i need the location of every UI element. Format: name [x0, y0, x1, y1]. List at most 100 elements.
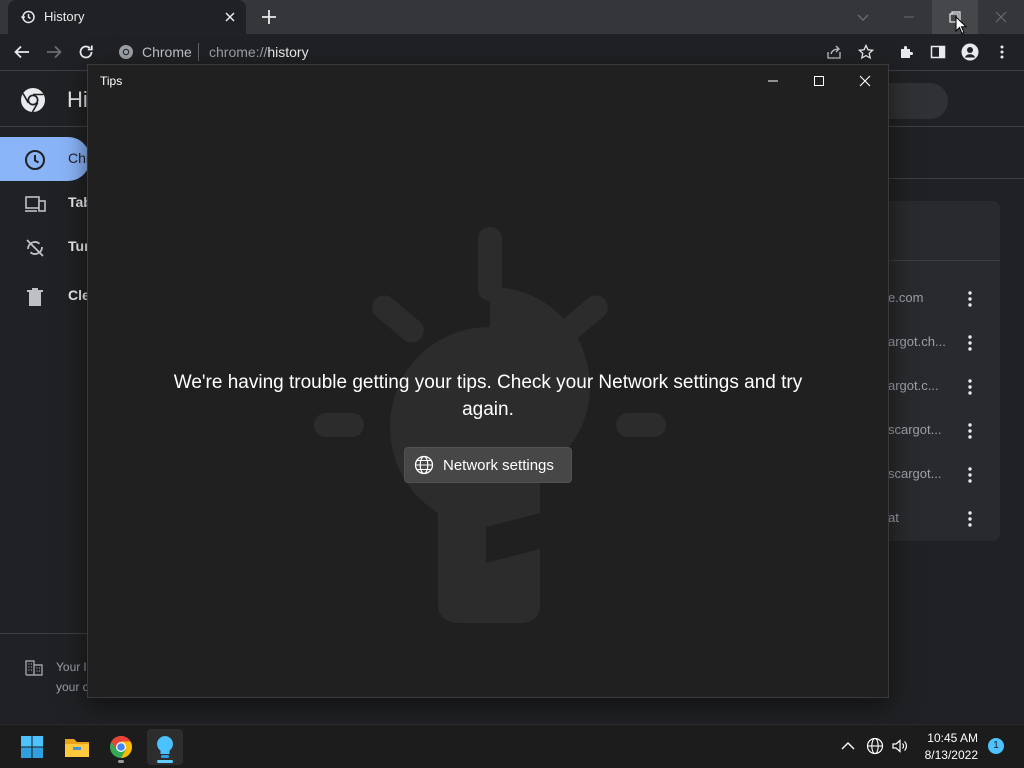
sidebar-item-tabs[interactable]: Tab: [0, 181, 92, 225]
sidebar-item-chrome-history[interactable]: Chr: [0, 137, 91, 181]
history-row-title: argot.c...: [888, 378, 939, 393]
tab-history[interactable]: History: [8, 0, 246, 34]
system-clock[interactable]: 10:45 AM 8/13/2022: [906, 730, 978, 764]
more-vert-icon[interactable]: [960, 509, 980, 529]
url-host: history: [267, 44, 309, 60]
reload-icon: [79, 45, 93, 59]
tab-strip: History: [0, 0, 1024, 35]
tab-search-button[interactable]: [840, 0, 886, 34]
reload-button[interactable]: [74, 40, 98, 64]
minimize-icon: [768, 80, 778, 82]
omnibox-chip: Chrome: [142, 44, 192, 60]
history-row-title: scargot...: [888, 422, 942, 437]
new-tab-icon[interactable]: [260, 8, 278, 26]
network-settings-label: Network settings: [443, 457, 554, 474]
more-vert-icon[interactable]: [960, 465, 980, 485]
close-window-button[interactable]: [978, 0, 1024, 34]
more-vert-icon: [1000, 45, 1004, 59]
taskbar-file-explorer[interactable]: [59, 729, 95, 765]
forward-button[interactable]: [42, 40, 66, 64]
history-card-header: [870, 201, 1000, 261]
tips-window: Tips We're having trouble getting your t…: [87, 64, 889, 698]
history-row-title: argot.ch...: [888, 334, 946, 349]
start-button[interactable]: [14, 729, 50, 765]
omnibox-separator: [198, 43, 199, 61]
bookmark-button[interactable]: [854, 40, 878, 64]
managed-notice-line-2: your c: [56, 680, 89, 694]
minimize-icon: [904, 16, 914, 18]
history-row[interactable]: argot.ch...: [870, 321, 1000, 365]
history-list-toolbar: [888, 127, 1024, 179]
devices-icon: [25, 196, 46, 212]
avatar-icon: [961, 43, 979, 61]
history-row-title: e.com: [888, 290, 924, 305]
more-vert-icon[interactable]: [960, 421, 980, 441]
managed-by-notice: Your l your c: [56, 657, 89, 697]
tab-title: History: [44, 9, 85, 24]
more-vert-icon[interactable]: [960, 333, 980, 353]
windows-logo-icon: [21, 736, 43, 758]
sidebar-item-turn-off-sync[interactable]: Tur: [0, 225, 90, 269]
lightbulb-illustration-icon: [314, 227, 666, 623]
maximize-icon: [814, 76, 824, 86]
chrome-menu-button[interactable]: [990, 40, 1014, 64]
network-globe-icon[interactable]: [866, 737, 884, 755]
sidebar-item-clear-browsing-data[interactable]: Cle: [0, 274, 90, 318]
history-row[interactable]: argot.c...: [870, 365, 1000, 409]
minimize-button[interactable]: [886, 0, 932, 34]
tips-error-message: We're having trouble getting your tips. …: [173, 372, 803, 420]
more-vert-icon[interactable]: [960, 377, 980, 397]
chrome-logo-icon: [110, 736, 132, 758]
lightbulb-icon: [157, 736, 173, 758]
url-text[interactable]: chrome://history: [209, 44, 309, 60]
managed-notice-line-1: Your l: [56, 660, 87, 674]
tips-window-title: Tips: [100, 74, 123, 88]
arrow-left-icon: [14, 45, 29, 59]
clock-time: 10:45 AM: [927, 731, 978, 745]
history-row[interactable]: scargot...: [870, 453, 1000, 497]
share-button[interactable]: [822, 40, 846, 64]
history-row[interactable]: scargot...: [870, 409, 1000, 453]
star-icon: [858, 44, 874, 60]
side-panel-button[interactable]: [926, 40, 950, 64]
taskbar-tips[interactable]: [147, 729, 183, 765]
chrome-logo-icon: [119, 45, 133, 59]
close-tab-icon[interactable]: [222, 9, 238, 25]
building-icon: [25, 660, 43, 676]
history-row[interactable]: e.com: [870, 277, 1000, 321]
running-indicator: [118, 760, 124, 763]
address-bar[interactable]: Chrome chrome://history: [108, 37, 882, 67]
history-row-title: scargot...: [888, 466, 942, 481]
extensions-button[interactable]: [894, 40, 918, 64]
folder-icon: [65, 739, 89, 757]
notification-badge[interactable]: 1: [988, 738, 1004, 754]
taskbar-chrome[interactable]: [103, 729, 139, 765]
chevron-up-icon[interactable]: [839, 737, 857, 755]
tips-close-button[interactable]: [842, 65, 888, 97]
sync-off-icon: [26, 239, 44, 257]
page-title: Hi: [67, 87, 88, 112]
history-row[interactable]: at: [870, 497, 1000, 541]
arrow-right-icon: [47, 45, 62, 59]
sidebar-divider: [0, 633, 90, 634]
history-card: e.com argot.ch... argot.c... scargot... …: [870, 201, 1000, 541]
more-vert-icon[interactable]: [960, 289, 980, 309]
back-button[interactable]: [10, 40, 34, 64]
side-panel-icon: [930, 45, 946, 59]
share-icon: [827, 45, 841, 59]
history-icon: [20, 10, 35, 24]
tips-maximize-button[interactable]: [796, 65, 842, 97]
profile-button[interactable]: [958, 40, 982, 64]
chrome-logo-icon: [21, 88, 45, 113]
close-icon: [859, 75, 871, 87]
network-settings-button[interactable]: Network settings: [404, 447, 572, 483]
clock-date: 8/13/2022: [924, 748, 978, 762]
close-icon: [995, 11, 1007, 23]
url-scheme: chrome://: [209, 44, 268, 60]
taskbar: 10:45 AM 8/13/2022 1: [0, 724, 1024, 768]
active-indicator: [157, 760, 173, 763]
mouse-cursor-icon: [955, 16, 967, 35]
trash-icon: [27, 288, 43, 306]
tips-minimize-button[interactable]: [750, 65, 796, 97]
chevron-down-icon: [857, 14, 869, 21]
